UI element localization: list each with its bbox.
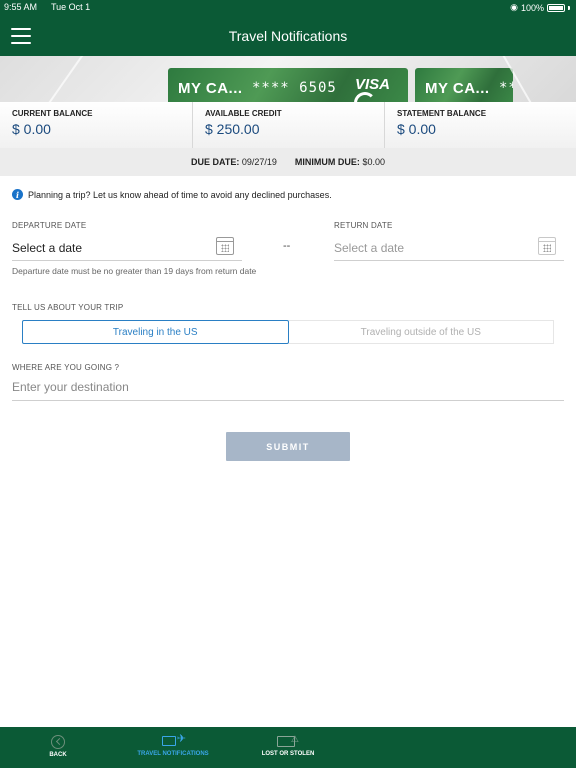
- nav-lost-label: LOST OR STOLEN: [261, 751, 315, 757]
- due-date: DUE DATE: 09/27/19: [191, 157, 277, 167]
- card-plane-icon: ✈: [162, 733, 186, 748]
- trip-option-domestic[interactable]: Traveling in the US: [22, 320, 289, 344]
- statement-balance-label: STATEMENT BALANCE: [397, 109, 487, 118]
- credit-card-next[interactable]: MY CA... **: [415, 68, 513, 102]
- nav-back-label: BACK: [49, 752, 67, 758]
- credit-card-selected[interactable]: MY CA... **** 6505 VISA: [168, 68, 408, 102]
- return-date-field[interactable]: Select a date: [334, 237, 564, 261]
- visa-logo: VISA: [354, 76, 390, 93]
- current-balance: CURRENT BALANCE $ 0.00: [0, 102, 192, 148]
- wifi-icon: ◉: [510, 2, 518, 12]
- departure-date-label: DEPARTURE DATE: [12, 221, 87, 230]
- card-number: **** 6505: [252, 80, 337, 96]
- return-date-label: RETURN DATE: [334, 221, 393, 230]
- status-bar: 9:55 AM Tue Oct 1 ◉ 100%: [4, 2, 570, 14]
- departure-date-field[interactable]: Select a date: [12, 237, 242, 261]
- card-logo-icon: [354, 92, 376, 102]
- destination-label: WHERE ARE YOU GOING ?: [12, 363, 120, 372]
- minimum-due-label: MINIMUM DUE:: [294, 157, 360, 167]
- available-credit-value: $ 250.00: [205, 121, 260, 137]
- nav-travel-label: TRAVEL NOTIFICATIONS: [137, 751, 209, 757]
- app-header: 9:55 AM Tue Oct 1 ◉ 100% Travel Notifica…: [0, 0, 576, 56]
- return-date-placeholder: Select a date: [334, 241, 405, 255]
- date-hint: Departure date must be no greater than 1…: [12, 266, 257, 276]
- status-date: Tue Oct 1: [51, 2, 91, 12]
- current-balance-value: $ 0.00: [12, 121, 51, 137]
- card-warning-icon: ⚠: [277, 734, 299, 748]
- calendar-icon[interactable]: [216, 237, 234, 255]
- card-number: **: [499, 80, 513, 96]
- due-summary: DUE DATE: 09/27/19 MINIMUM DUE: $0.00: [0, 148, 576, 176]
- info-message: i Planning a trip? Let us know ahead of …: [12, 189, 332, 200]
- battery-tip: [568, 5, 570, 10]
- status-time: 9:55 AM: [4, 2, 38, 12]
- card-name: MY CA...: [178, 80, 243, 97]
- calendar-icon[interactable]: [538, 237, 556, 255]
- date-separator: --: [283, 240, 291, 252]
- trip-type-toggle[interactable]: Traveling in the US Traveling outside of…: [22, 320, 554, 344]
- info-text: Planning a trip? Let us know ahead of ti…: [28, 189, 332, 200]
- minimum-due: MINIMUM DUE: $0.00: [295, 157, 385, 167]
- due-date-label: DUE DATE:: [191, 157, 240, 167]
- battery-percent: 100%: [520, 2, 544, 13]
- battery-icon: [547, 3, 565, 12]
- available-credit-label: AVAILABLE CREDIT: [205, 109, 282, 118]
- bottom-nav: BACK ✈ TRAVEL NOTIFICATIONS ⚠ LOST OR ST…: [0, 727, 576, 768]
- card-name: MY CA...: [425, 80, 490, 97]
- minimum-due-value: $0.00: [362, 157, 385, 167]
- balance-summary: CURRENT BALANCE $ 0.00 AVAILABLE CREDIT …: [0, 102, 576, 148]
- trip-type-label: TELL US ABOUT YOUR TRIP: [12, 303, 124, 312]
- departure-date-value: Select a date: [12, 241, 83, 255]
- current-balance-label: CURRENT BALANCE: [12, 109, 93, 118]
- nav-lost-or-stolen[interactable]: ⚠ LOST OR STOLEN: [255, 727, 321, 768]
- nav-back[interactable]: BACK: [40, 727, 76, 768]
- back-arrow-icon: [51, 735, 65, 749]
- status-right: ◉ 100%: [510, 2, 570, 13]
- trip-option-international[interactable]: Traveling outside of the US: [288, 320, 554, 344]
- submit-button[interactable]: SUBMIT: [226, 432, 350, 461]
- available-credit: AVAILABLE CREDIT $ 250.00: [192, 102, 384, 148]
- statement-balance-value: $ 0.00: [397, 121, 436, 137]
- card-carousel[interactable]: MY CA... **** 6505 VISA MY CA... **: [0, 56, 576, 102]
- destination-input[interactable]: Enter your destination: [12, 377, 564, 401]
- info-icon: i: [12, 189, 23, 200]
- due-date-value: 09/27/19: [241, 157, 277, 167]
- nav-travel-notifications[interactable]: ✈ TRAVEL NOTIFICATIONS: [133, 727, 213, 768]
- statement-balance: STATEMENT BALANCE $ 0.00: [384, 102, 576, 148]
- page-title: Travel Notifications: [228, 28, 348, 44]
